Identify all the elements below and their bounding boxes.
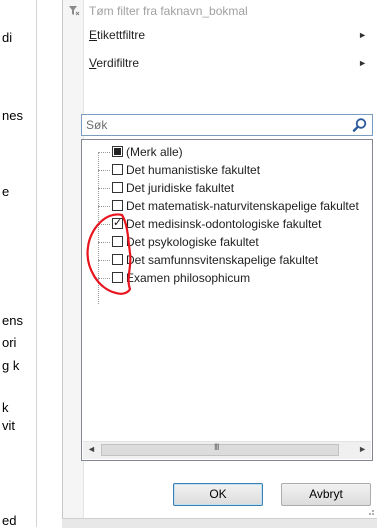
submenu-arrow-icon: ► [358,30,367,40]
accelerator-key: E [89,28,98,42]
item-checkbox[interactable] [112,164,123,175]
item-checkbox[interactable] [112,272,123,283]
scroll-left-arrow-icon[interactable]: ◄ [87,444,96,454]
cell-fragment: g k [2,358,20,373]
clear-filter-icon [69,6,80,16]
search-box[interactable]: Søk [81,114,373,136]
tree-connector [98,260,110,261]
tree-connector [98,224,110,225]
cell-fragment: di [2,30,13,45]
list-item-label: Det psykologiske fakultet [126,235,259,249]
scrollbar-thumb[interactable]: III [101,442,339,456]
cell-fragment: nes [2,108,23,123]
list-item-label: Det samfunnsvitenskapelige fakultet [126,253,319,267]
filter-value-list[interactable]: (Merk alle) Det humanistiske fakultet De… [81,139,373,461]
tree-connector [98,242,110,243]
tree-connector [98,188,110,189]
tree-connector [98,278,110,279]
value-filters-label: erdifiltre [96,56,140,70]
item-checkbox[interactable] [112,182,123,193]
cell-fragment: k [2,400,9,415]
list-item-label: Det juridiske fakultet [126,181,235,195]
list-item-label: Examen philosophicum [126,271,251,285]
label-filters-menu-item[interactable]: Etikettfiltre ► [89,24,371,46]
value-filters-menu-item[interactable]: Verdifiltre ► [89,52,371,74]
submenu-arrow-icon: ► [358,58,367,68]
cell-fragment: vit [2,418,15,433]
clear-filter-label: Tøm filter fra faknavn_bokmal [89,4,248,18]
clear-filter-menu-item[interactable]: Tøm filter fra faknavn_bokmal [89,0,371,22]
label-filters-label: tikettfiltre [97,28,146,42]
select-all-checkbox[interactable] [112,146,123,157]
column-divider [36,0,37,527]
cancel-button[interactable]: Avbryt [281,483,371,506]
item-checkbox[interactable] [112,236,123,247]
search-placeholder: Søk [86,118,108,132]
resize-grip-icon[interactable] [365,506,375,516]
list-item-label: Det medisinsk-odontologiske fakultet [126,217,322,231]
list-item-label: Det matematisk-naturvitenskapelige fakul… [126,199,359,213]
tree-connector [98,170,110,171]
list-item-label: (Merk alle) [126,145,183,159]
item-checkbox[interactable] [112,200,123,211]
tree-connector [98,206,110,207]
search-icon[interactable] [352,117,368,133]
cell-fragment: ens [2,313,23,328]
ok-button[interactable]: OK [173,483,263,506]
scroll-right-arrow-icon[interactable]: ► [358,444,367,454]
cell-fragment: ed [2,513,17,528]
autofilter-dropdown: Tøm filter fra faknavn_bokmal Etikettfil… [62,0,377,518]
item-checkbox[interactable] [112,254,123,265]
tree-connector [98,152,110,153]
list-item-label: Det humanistiske fakultet [126,163,261,177]
scrollbar-grip: III [214,442,219,452]
horizontal-scrollbar[interactable]: ◄ III ► [83,441,371,459]
spreadsheet-column-background: di nes e ens ori g k k vit ed [0,0,62,528]
cell-fragment: e [2,184,10,199]
tree-connector [98,152,99,304]
item-checkbox[interactable] [112,214,123,232]
cell-fragment: ori [2,335,17,350]
